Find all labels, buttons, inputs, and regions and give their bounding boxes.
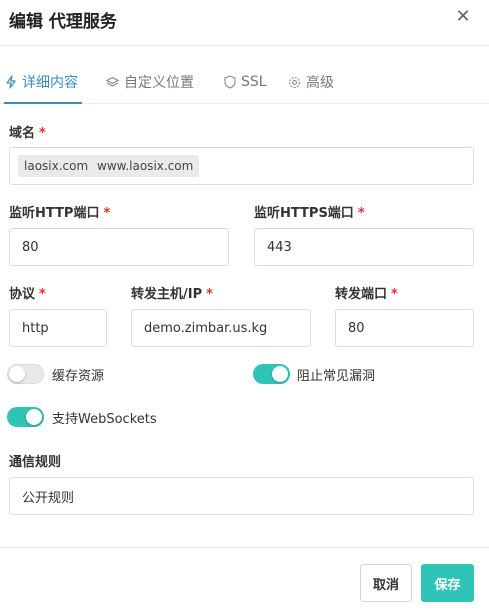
- header-divider: [0, 45, 489, 46]
- protocol-label: 协议 *: [9, 287, 46, 302]
- cancel-button[interactable]: 取消: [360, 564, 412, 602]
- tab-ssl[interactable]: SSL: [224, 64, 267, 100]
- dialog-title: 编辑 代理服务: [9, 12, 117, 32]
- protocol-select[interactable]: http: [9, 309, 107, 347]
- cache-assets-label: 缓存资源: [52, 369, 105, 384]
- http-port-input[interactable]: 80: [9, 228, 229, 266]
- access-rule-label: 通信规则: [9, 455, 62, 470]
- domain-tag[interactable]: www.laosix.com: [91, 155, 200, 177]
- domain-tag[interactable]: laosix.com: [18, 155, 95, 177]
- websockets-toggle[interactable]: [7, 407, 44, 427]
- domain-label: 域名 *: [9, 126, 46, 141]
- websockets-label: 支持WebSockets: [52, 412, 157, 427]
- active-tab-indicator: [4, 102, 82, 104]
- forward-port-input[interactable]: 80: [335, 309, 474, 347]
- tab-details[interactable]: 详细内容: [5, 64, 78, 100]
- tab-advanced[interactable]: 高级: [288, 64, 334, 100]
- block-exploits-toggle[interactable]: [253, 364, 290, 384]
- forward-port-label: 转发端口 *: [335, 287, 398, 302]
- layers-icon: [106, 76, 119, 87]
- https-port-input[interactable]: 443: [254, 228, 474, 266]
- cache-assets-toggle[interactable]: [7, 364, 44, 384]
- tab-ssl-label: SSL: [241, 74, 267, 90]
- gear-icon: [288, 76, 301, 88]
- tab-custom-locations-label: 自定义位置: [124, 75, 194, 91]
- forward-host-input[interactable]: demo.zimbar.us.kg: [131, 309, 311, 347]
- toggle-knob: [26, 409, 42, 425]
- forward-host-label: 转发主机/IP *: [131, 287, 213, 302]
- dialog-header: 编辑 代理服务 ✕: [0, 0, 489, 38]
- tab-details-label: 详细内容: [22, 75, 78, 91]
- access-rule-select[interactable]: 公开规则: [9, 477, 474, 515]
- shield-icon: [224, 75, 236, 89]
- http-port-label: 监听HTTP端口 *: [9, 206, 111, 221]
- domain-input[interactable]: laosix.com www.laosix.com: [9, 147, 474, 185]
- block-exploits-label: 阻止常见漏洞: [297, 369, 376, 384]
- toggle-knob: [272, 366, 288, 382]
- save-button[interactable]: 保存: [421, 564, 474, 602]
- close-icon[interactable]: ✕: [454, 6, 472, 28]
- tab-advanced-label: 高级: [306, 75, 334, 91]
- footer-divider: [0, 547, 489, 548]
- toggle-knob: [9, 366, 25, 382]
- tab-bar: 详细内容 自定义位置 SSL 高级: [0, 56, 489, 104]
- bolt-icon: [6, 75, 16, 89]
- tab-custom-locations[interactable]: 自定义位置: [106, 64, 194, 100]
- https-port-label: 监听HTTPS端口 *: [254, 206, 365, 221]
